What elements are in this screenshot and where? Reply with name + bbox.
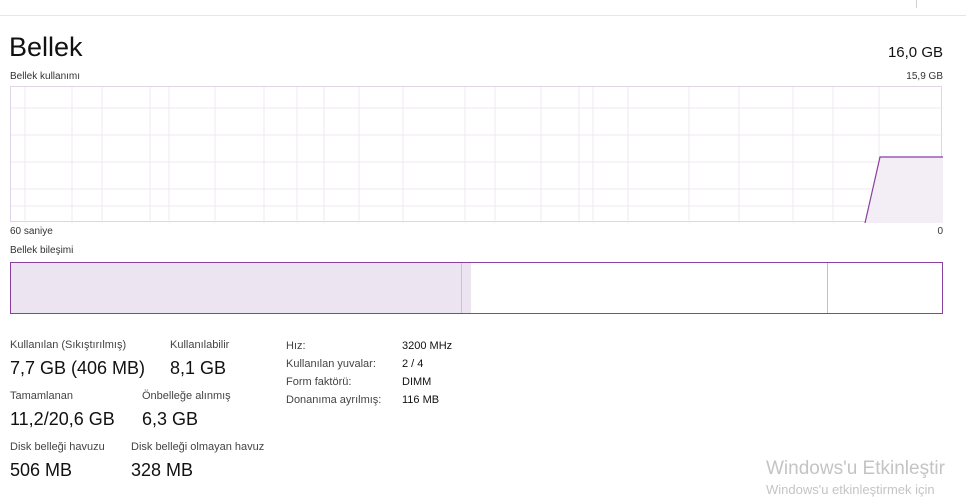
form-factor-value: DIMM: [402, 376, 432, 388]
composition-free: [828, 263, 942, 313]
paged-pool-value: 506 MB: [10, 460, 73, 480]
committed-label: Tamamlanan: [10, 390, 73, 402]
graph-grid: [11, 87, 943, 223]
graph-x-left-label: 60 saniye: [10, 226, 53, 237]
activation-watermark-title: Windows'u Etkinleştir: [766, 458, 945, 479]
form-factor-label: Form faktörü:: [286, 376, 352, 388]
page-title: Bellek: [9, 32, 83, 62]
hardware-reserved-value: 116 MB: [402, 394, 440, 406]
in-use-label: Kullanılan (Sıkıştırılmış): [10, 339, 127, 351]
memory-usage-chart: [11, 87, 943, 223]
usage-area: [865, 157, 943, 223]
speed-value: 3200 MHz: [402, 340, 453, 352]
slots-value: 2 / 4: [402, 358, 424, 370]
memory-usage-graph: [10, 86, 943, 223]
speed-label: Hız:: [286, 340, 306, 352]
composition-in-use: [11, 263, 461, 313]
composition-standby: [471, 263, 827, 313]
paged-pool-label: Disk belleği havuzu: [10, 441, 105, 453]
hardware-reserved-label: Donanıma ayrılmış:: [286, 394, 382, 406]
graph-x-right-label: 0: [937, 226, 943, 237]
total-memory: 16,0 GB: [887, 44, 943, 61]
available-value: 8,1 GB: [170, 358, 227, 378]
committed-value: 11,2/20,6 GB: [10, 409, 115, 429]
top-divider: [0, 15, 966, 16]
top-divider-tick: [916, 0, 917, 8]
usage-graph-label: Bellek kullanımı: [10, 71, 81, 82]
nonpaged-pool-value: 328 MB: [131, 460, 194, 480]
usage-graph-max: 15,9 GB: [906, 71, 943, 82]
available-label: Kullanılabilir: [170, 339, 230, 351]
in-use-value: 7,7 GB (406 MB): [10, 358, 146, 378]
slots-label: Kullanılan yuvalar:: [286, 358, 376, 370]
cached-value: 6,3 GB: [142, 409, 199, 429]
composition-label: Bellek bileşimi: [10, 245, 74, 256]
cached-label: Önbelleğe alınmış: [142, 390, 231, 402]
memory-composition-bar: [10, 262, 943, 314]
nonpaged-pool-label: Disk belleği olmayan havuz: [131, 441, 265, 453]
